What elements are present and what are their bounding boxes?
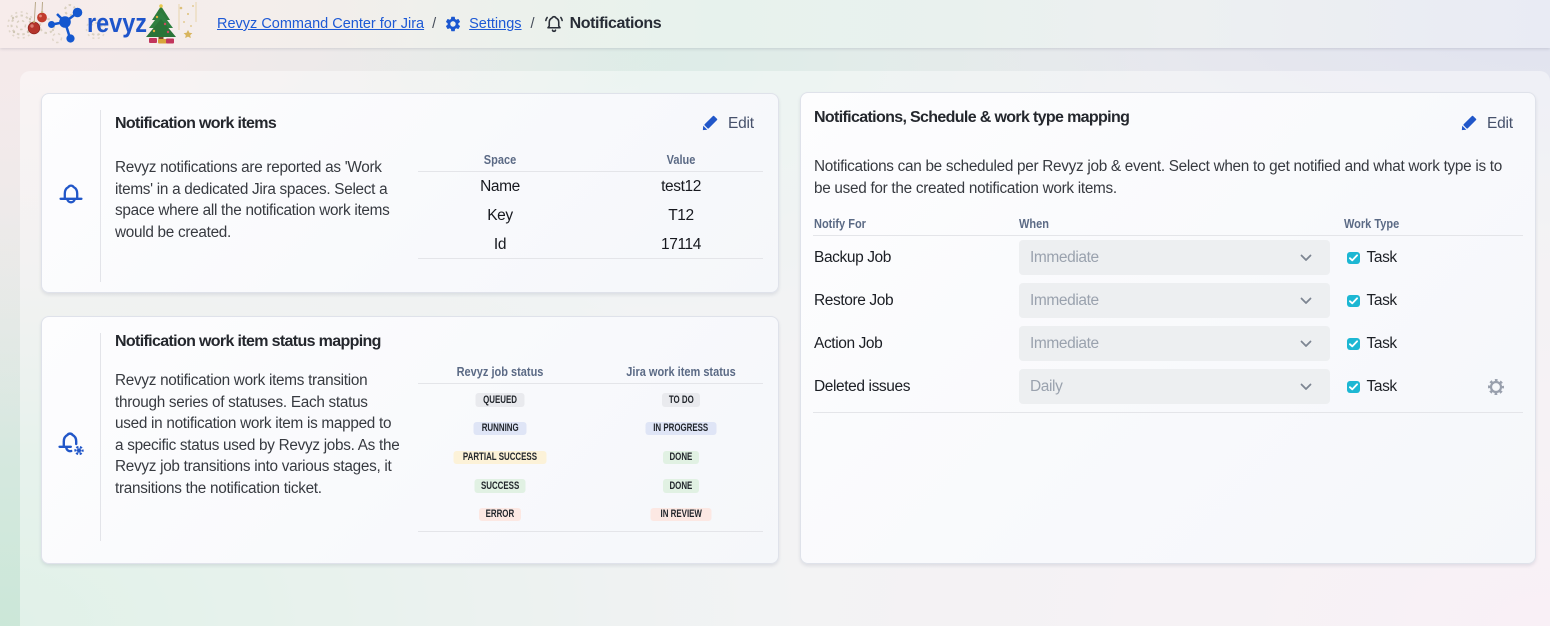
- svg-text:revyz: revyz: [87, 8, 147, 38]
